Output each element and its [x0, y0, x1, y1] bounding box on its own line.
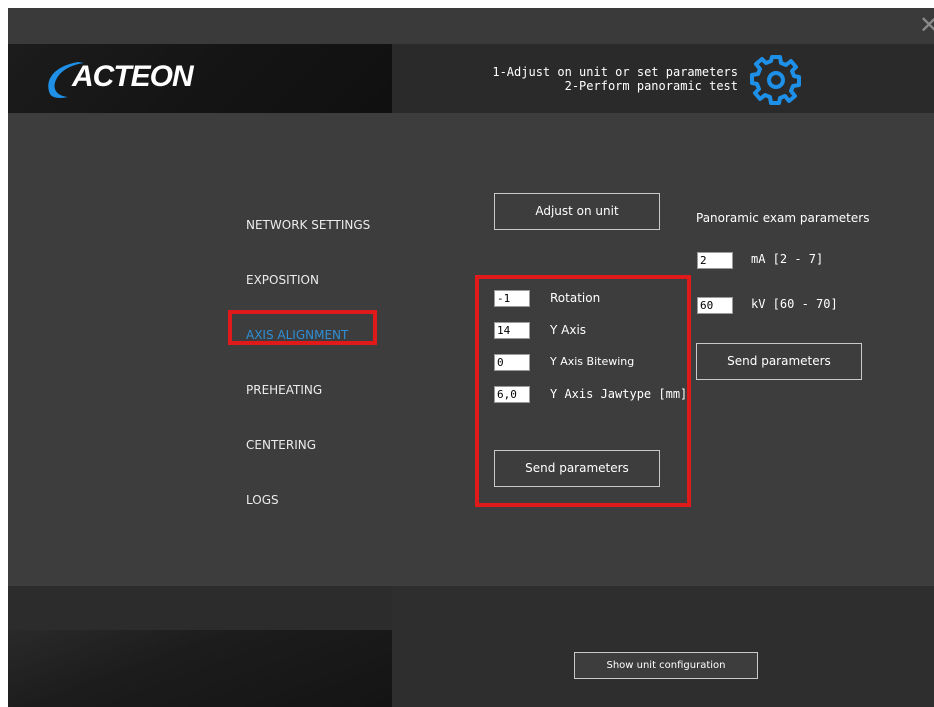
y-axis-bitewing-label: Y Axis Bitewing: [550, 355, 635, 368]
send-panoramic-parameters-button[interactable]: Send parameters: [696, 343, 862, 380]
kv-label: kV [60 - 70]: [751, 297, 838, 311]
gear-icon[interactable]: [749, 52, 803, 106]
nav-network-settings[interactable]: NETWORK SETTINGS: [246, 215, 406, 235]
footer-decoration: [8, 586, 392, 707]
ma-label: mA [2 - 7]: [751, 252, 824, 266]
y-axis-bitewing-input[interactable]: 0: [494, 354, 530, 371]
rotation-label: Rotation: [550, 291, 601, 305]
footer-diagonal: [8, 630, 392, 707]
kv-input[interactable]: 60: [697, 297, 733, 314]
y-axis-jawtype-input[interactable]: 6,0: [494, 386, 530, 403]
panoramic-params-title: Panoramic exam parameters: [696, 211, 870, 225]
adjust-on-unit-button[interactable]: Adjust on unit: [494, 193, 660, 230]
nav-preheating[interactable]: PREHEATING: [246, 380, 406, 400]
send-axis-parameters-button[interactable]: Send parameters: [494, 450, 660, 487]
close-icon[interactable]: ✕: [918, 12, 934, 38]
step-1: 1-Adjust on unit or set parameters: [492, 65, 738, 79]
ma-input[interactable]: 2: [697, 252, 733, 269]
title-bar: ✕: [8, 8, 934, 44]
rotation-input[interactable]: -1: [494, 290, 530, 307]
logo-text: ACTEON: [72, 60, 194, 93]
header-instructions: 1-Adjust on unit or set parameters 2-Per…: [392, 44, 934, 113]
app-window: ✕ ACTEON 1-Adjust on unit or set paramet…: [8, 8, 934, 707]
show-unit-configuration-button[interactable]: Show unit configuration: [574, 652, 758, 679]
step-2: 2-Perform panoramic test: [564, 79, 738, 93]
nav-centering[interactable]: CENTERING: [246, 435, 406, 455]
y-axis-jawtype-label: Y Axis Jawtype [mm]: [550, 387, 688, 401]
main-content: NETWORK SETTINGS EXPOSITION AXIS ALIGNME…: [8, 113, 934, 586]
instructions-text: 1-Adjust on unit or set parameters 2-Per…: [492, 65, 738, 93]
acteon-logo: ACTEON: [38, 58, 198, 100]
y-axis-label: Y Axis: [550, 323, 587, 337]
footer-actions: Show unit configuration: [392, 586, 934, 707]
y-axis-input[interactable]: 14: [494, 322, 530, 339]
nav-logs[interactable]: LOGS: [246, 490, 406, 510]
footer-band: [8, 586, 392, 630]
header-logo-area: ACTEON: [8, 44, 392, 113]
nav-highlight-box: [228, 310, 377, 345]
nav-exposition[interactable]: EXPOSITION: [246, 270, 406, 290]
